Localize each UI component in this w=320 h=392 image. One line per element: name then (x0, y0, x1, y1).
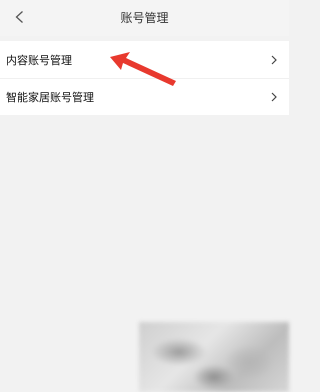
red-arrow-annotation (110, 52, 176, 86)
top-bar: 账号管理 (0, 0, 289, 36)
blurred-image (139, 322, 289, 392)
chevron-right-icon (270, 92, 278, 102)
list-item-label: 智能家居账号管理 (6, 91, 94, 104)
page-title: 账号管理 (120, 11, 169, 25)
account-management-screen: 账号管理 内容账号管理 智能家居账号管理 (0, 0, 289, 392)
chevron-right-icon (270, 55, 278, 65)
list-item-label: 内容账号管理 (6, 53, 72, 67)
